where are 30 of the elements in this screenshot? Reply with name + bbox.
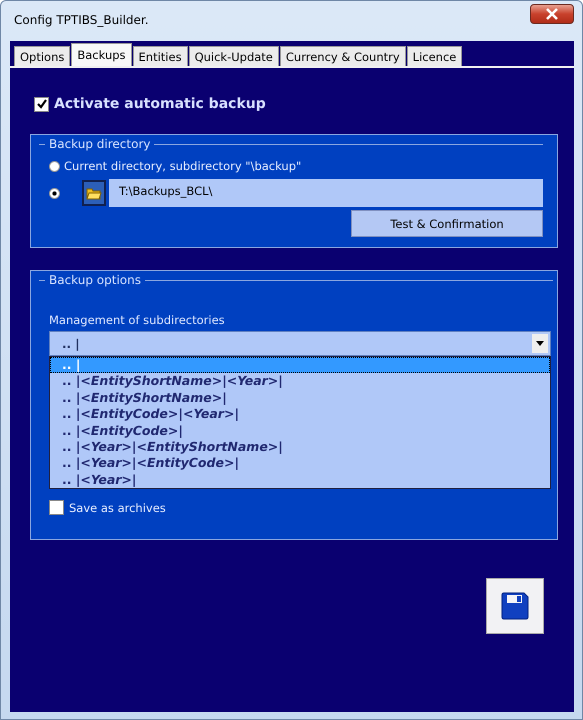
radio-button[interactable] [49,160,60,172]
close-icon [545,8,559,20]
dropdown-option[interactable]: .. |<Year>| [50,472,550,488]
browse-button[interactable] [82,180,106,206]
dropdown-option[interactable]: .. |<EntityCode>| [50,422,550,439]
window-title: Config TPTIBS_Builder. [14,13,149,27]
path-field[interactable]: T:\Backups_BCL\ [109,179,543,207]
dropdown-option[interactable]: .. |<EntityShortName>| [50,390,550,406]
radio-label: Current directory, subdirectory "\backup" [64,159,302,173]
checkbox-label: Activate automatic backup [54,96,266,112]
checkbox[interactable] [49,500,64,515]
field-label: Management of subdirectories [49,313,226,327]
dropdown-option[interactable]: .. |<Year>|<EntityCode>| [50,455,550,472]
save-button[interactable] [486,578,544,634]
tab[interactable]: Licence [406,46,462,66]
dropdown-option[interactable]: .. |<EntityShortName>|<Year>| [50,373,550,390]
checkbox-label: Save as archives [69,500,166,514]
checkbox[interactable] [34,96,49,112]
tab[interactable]: Quick-Update [188,46,279,66]
close-button[interactable] [530,4,574,24]
tab[interactable]: Options [14,46,70,66]
tab[interactable]: Currency & Country [280,46,406,66]
subdirectories-dropdown[interactable]: .. | [49,331,551,356]
radio-button[interactable] [49,188,60,198]
test-confirmation-button[interactable]: Test & Confirmation [351,210,543,237]
tab[interactable]: Backups [71,43,132,66]
dropdown-option[interactable]: .. |<EntityCode>|<Year>| [50,406,550,423]
tab[interactable]: Entities [132,46,188,66]
dropdown-option[interactable]: .. |<Year>|<EntityShortName>| [50,438,550,456]
folder-icon [86,186,102,200]
